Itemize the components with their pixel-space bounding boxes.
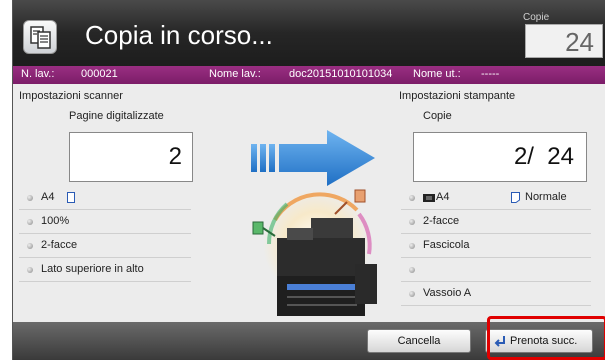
printer-settings-title: Impostazioni stampante: [399, 90, 516, 102]
scanner-orientation: Lato superiore in alto: [41, 263, 144, 275]
scanned-pages-title: Pagine digitalizzate: [69, 110, 164, 122]
printer-copies-title: Copie: [423, 110, 452, 122]
bullet-icon: [409, 267, 415, 273]
cancel-button[interactable]: Cancella: [367, 329, 471, 353]
scanner-zoom: 100%: [41, 215, 70, 227]
main-panel: Impostazioni scanner Pagine digitalizzat…: [13, 84, 605, 322]
highlight-frame: [487, 316, 605, 360]
printer-row-empty: [401, 258, 591, 282]
bullet-icon: [27, 267, 33, 273]
printer-illustration: [252, 189, 377, 316]
user-name-value: -----: [481, 68, 500, 80]
paper-tray-icon: [423, 194, 435, 202]
printer-row-tray: Vassoio A: [401, 282, 591, 306]
printer-collate: Fascicola: [423, 239, 470, 251]
bullet-icon: [409, 195, 415, 201]
bullet-icon: [409, 243, 415, 249]
scanner-paper-size: A4: [41, 191, 55, 203]
page-title: Copia in corso...: [85, 20, 273, 50]
copies-label: Copie: [523, 12, 550, 23]
printer-tray: Vassoio A: [423, 287, 472, 299]
printer-row-paper: A4 Normale: [401, 186, 591, 210]
job-name-value: doc20151010101034: [289, 68, 393, 80]
scanner-duplex: 2-facce: [41, 239, 78, 251]
paper-icon: [511, 192, 520, 203]
scanner-row-duplex: 2-facce: [19, 234, 191, 258]
scanner-row-paper-size: A4: [19, 186, 191, 210]
header-bar: Copia in corso... Copie 24: [13, 0, 605, 66]
scanner-settings-title: Impostazioni scanner: [19, 90, 123, 102]
printer-row-duplex: 2-facce: [401, 210, 591, 234]
scanner-row-orientation: Lato superiore in alto: [19, 258, 191, 282]
document-copy-icon: [23, 20, 57, 54]
printer-duplex: 2-facce: [423, 215, 460, 227]
bullet-icon: [27, 195, 33, 201]
user-name-label: Nome ut.:: [413, 68, 461, 80]
scanned-pages-count: 2: [69, 132, 193, 182]
bullet-icon: [27, 219, 33, 225]
printer-paper-type: Normale: [525, 191, 567, 203]
printer-copies-count: 2/ 24: [413, 132, 587, 182]
bullet-icon: [27, 243, 33, 249]
flow-arrow-icon: [251, 130, 375, 186]
job-number-label: N. lav.:: [21, 68, 55, 80]
job-info-bar: N. lav.: 000021 Nome lav.: doc2015101010…: [13, 66, 605, 84]
bullet-icon: [409, 219, 415, 225]
job-name-label: Nome lav.:: [209, 68, 261, 80]
printer-paper-size: A4: [436, 191, 450, 203]
copy-screen: Copia in corso... Copie 24 N. lav.: 0000…: [12, 0, 605, 360]
portrait-page-icon: [67, 192, 75, 203]
scanner-row-zoom: 100%: [19, 210, 191, 234]
bullet-icon: [409, 291, 415, 297]
copies-count-display: 24: [525, 24, 603, 58]
job-number-value: 000021: [81, 68, 118, 80]
printer-row-collate: Fascicola: [401, 234, 591, 258]
